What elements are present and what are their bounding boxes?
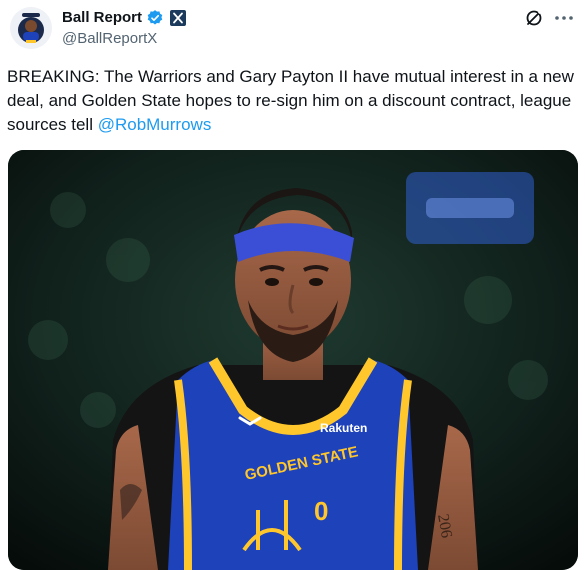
more-dots-icon[interactable] [552, 8, 576, 28]
player-illustration: 206 Rakuten GOLDEN STATE 0 [8, 150, 578, 570]
avatar[interactable] [10, 7, 52, 49]
tweet-body: BREAKING: The Warriors and Gary Payton I… [7, 67, 579, 134]
tweet-text: BREAKING: The Warriors and Gary Payton I… [7, 65, 579, 137]
tweet-header: Ball Report @BallReportX [0, 0, 585, 60]
display-name[interactable]: Ball Report [62, 8, 142, 28]
x-affiliate-icon[interactable] [170, 10, 187, 26]
grok-icon[interactable] [524, 8, 544, 28]
jersey-brand: Rakuten [320, 421, 367, 435]
handle[interactable]: @BallReportX [62, 29, 157, 49]
name-row: Ball Report [62, 8, 187, 28]
verified-badge-icon [146, 9, 164, 27]
mention-link[interactable]: @RobMurrows [98, 115, 212, 134]
tweet-photo[interactable]: 206 Rakuten GOLDEN STATE 0 [8, 150, 578, 570]
jersey-number: 0 [314, 496, 328, 526]
